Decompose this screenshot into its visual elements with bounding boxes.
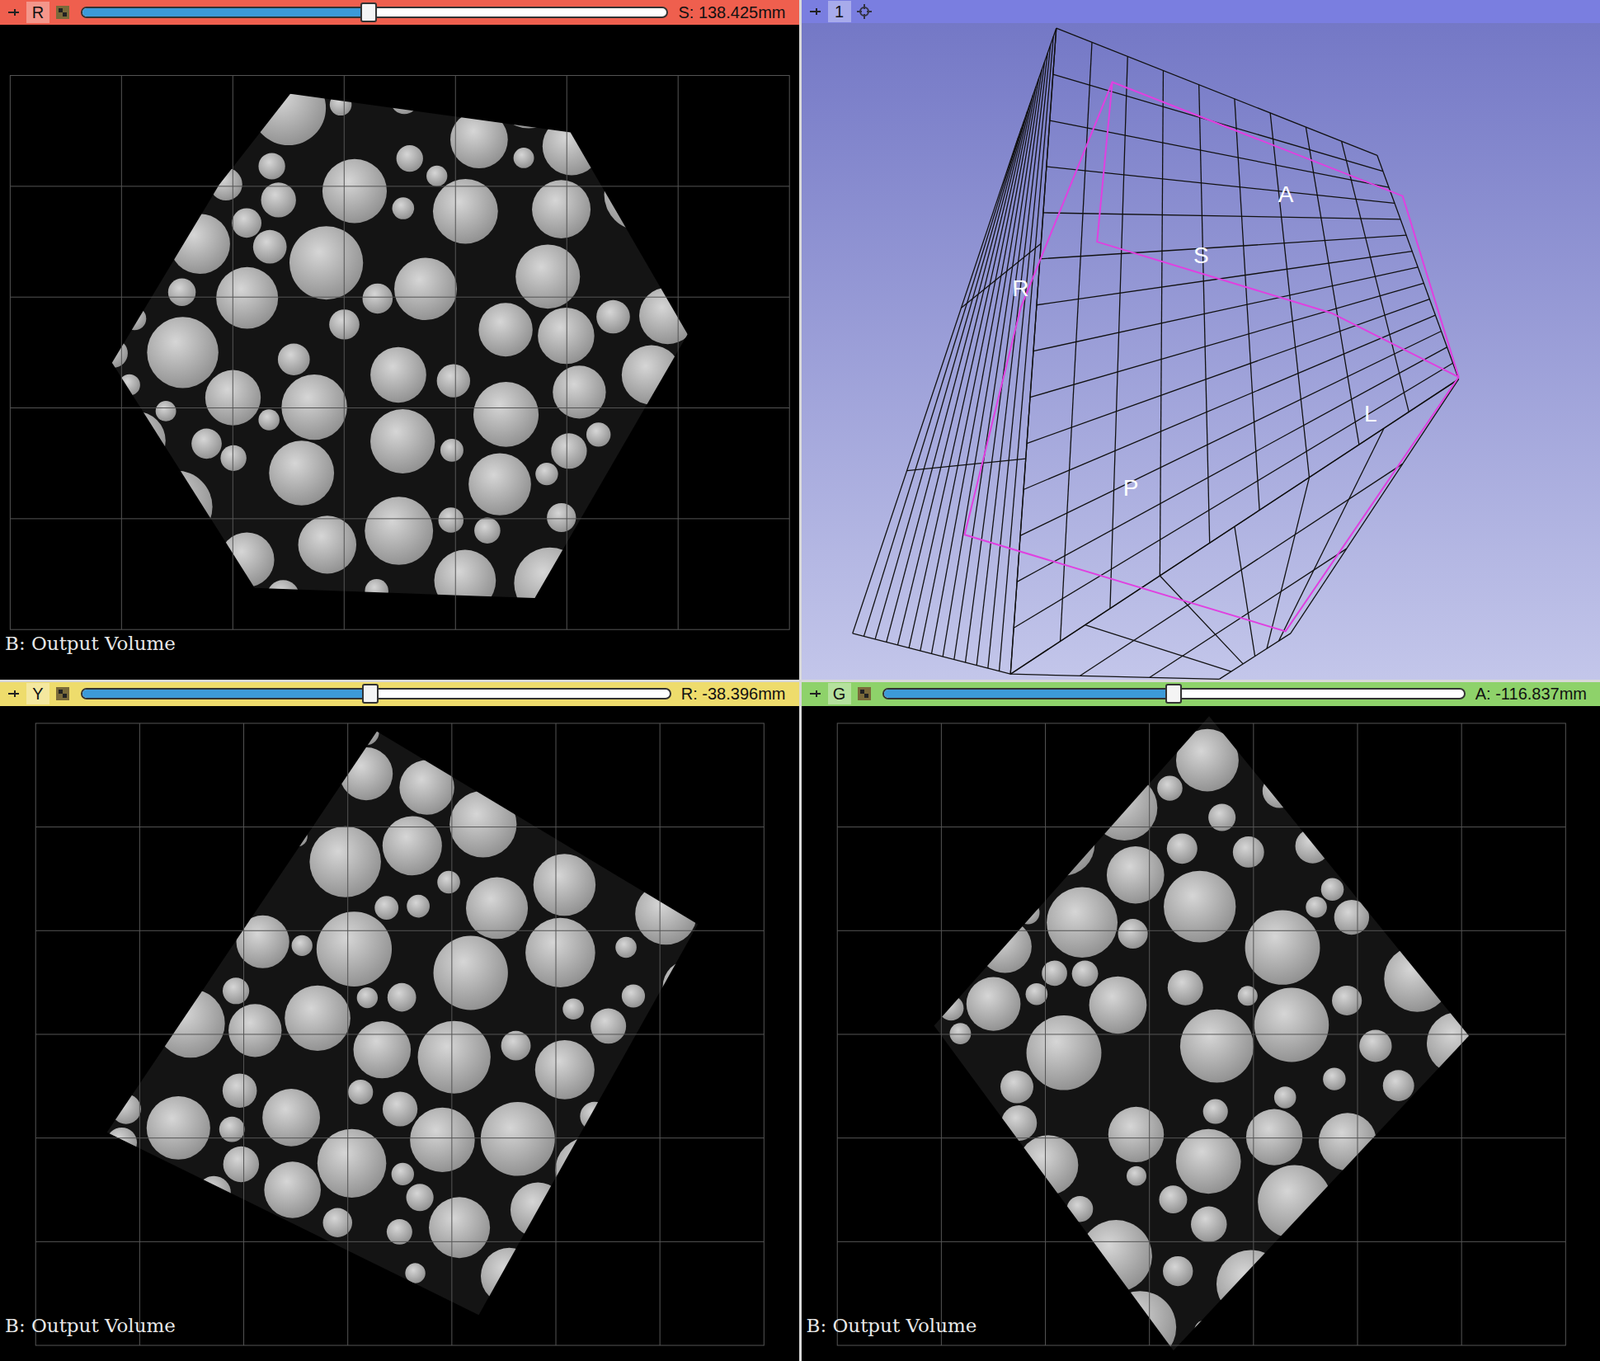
slice-offset: S: 138.425mm [677,0,794,25]
view-label[interactable]: Y [26,682,50,705]
slice-slider[interactable] [80,687,672,700]
view-controller-bar: Y R: -38.396mm [0,682,800,707]
slider-handle[interactable] [360,2,377,23]
slice-slider[interactable] [882,687,1466,700]
view-pane: 1 A S R L P [801,0,1600,680]
view-label[interactable]: R [26,1,50,24]
slice-image[interactable] [801,705,1600,1361]
view-pane: Y R: -38.396mm B: Output Volume [0,682,800,1361]
view-controller-bar: G A: -116.837mm [801,682,1600,707]
orientation-label: R [1008,269,1032,308]
pin-icon[interactable] [806,685,824,702]
slider-fill [82,8,369,17]
pin-icon[interactable] [4,4,22,21]
volume-label: B: Output Volume [806,1311,978,1341]
view-pane: G A: -116.837mm B: Output Volume [801,682,1600,1361]
view-controller-bar: 1 [801,0,1600,24]
link-icon[interactable] [54,685,71,702]
slice-offset: R: -38.396mm [681,681,795,706]
orientation-label: A [1275,175,1298,214]
orientation-label: S [1190,236,1213,275]
view-label[interactable]: 1 [828,0,852,23]
slice-image[interactable] [0,705,800,1361]
slice-view[interactable]: B: Output Volume [0,705,800,1361]
wireframe-render[interactable] [801,23,1600,680]
slider-fill [82,689,371,698]
slider-handle[interactable] [362,683,379,704]
3d-view[interactable]: A S R L P [801,23,1600,680]
link-icon[interactable] [54,4,71,21]
crosshair-icon[interactable] [856,3,873,20]
slider-handle[interactable] [1165,683,1182,704]
view-controller-bar: R S: 138.425mm [0,0,800,25]
slider-fill [884,689,1175,698]
volume-label: B: Output Volume [4,629,176,659]
slice-offset: A: -116.837mm [1475,681,1596,706]
orientation-label: L [1360,395,1381,433]
slice-view[interactable]: B: Output Volume [0,24,800,680]
slice-view[interactable]: B: Output Volume [801,705,1600,1361]
slice-slider[interactable] [80,6,669,19]
pin-icon[interactable] [4,685,22,702]
view-label[interactable]: G [828,682,852,705]
link-icon[interactable] [856,685,873,702]
volume-label: B: Output Volume [4,1311,176,1341]
pin-icon[interactable] [806,3,824,20]
slice-image[interactable] [0,24,800,680]
view-layout: R S: 138.425mm B: Output Volume 1 A S R L P Y R: -… [0,0,1600,1361]
orientation-label: P [1120,469,1143,508]
view-pane: R S: 138.425mm B: Output Volume [0,0,800,680]
